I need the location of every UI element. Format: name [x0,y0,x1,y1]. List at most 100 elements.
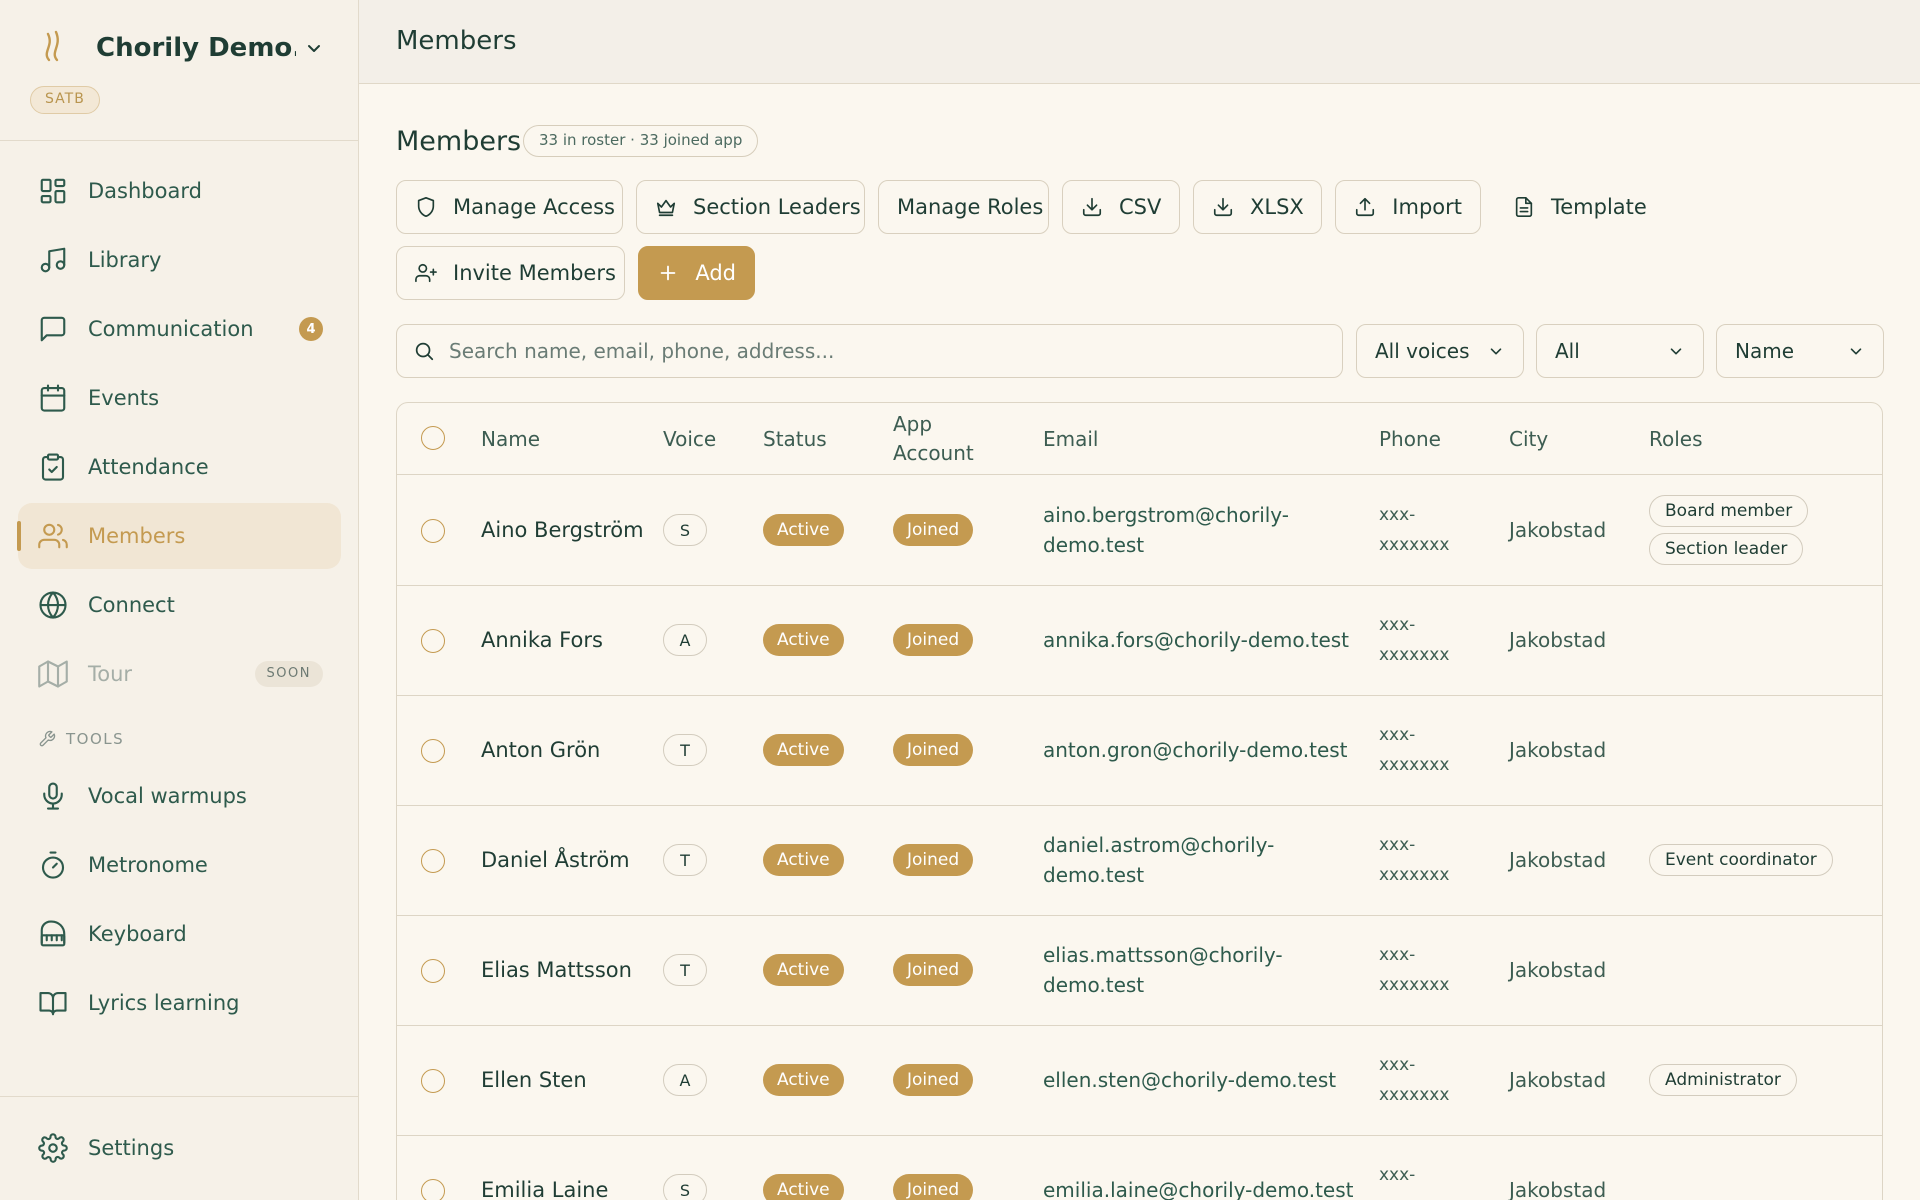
sidebar-item-communication[interactable]: Communication 4 [18,296,341,362]
row-checkbox[interactable] [421,959,445,983]
column-header-voice[interactable]: Voice [663,403,716,475]
sidebar-item-lyrics-learning[interactable]: Lyrics learning [18,970,341,1036]
button-label: Add [695,261,736,285]
sidebar-item-keyboard[interactable]: Keyboard [18,901,341,967]
add-member-button[interactable]: Add [638,246,755,300]
button-label: XLSX [1250,195,1304,219]
voice-cell: T [663,916,707,1024]
export-xlsx-button[interactable]: XLSX [1193,180,1322,234]
row-checkbox[interactable] [421,519,445,543]
status-cell: Active [763,1136,844,1200]
tools-section-heading: TOOLS [18,719,341,759]
select-value: Name [1735,339,1795,363]
sidebar-item-label: Attendance [88,455,209,479]
column-header-email[interactable]: Email [1043,403,1099,475]
member-name[interactable]: Ellen Sten [481,1026,651,1134]
organization-switcher[interactable]: Chorily Demo... [96,33,296,63]
button-label: CSV [1119,195,1162,219]
users-icon [36,519,70,553]
sidebar-item-label: Settings [88,1136,175,1160]
table-row[interactable]: Ellen Sten A Active Joined ellen.sten@ch… [397,1026,1882,1136]
member-name[interactable]: Emilia Laine [481,1136,651,1200]
row-checkbox[interactable] [421,739,445,763]
music-note-icon [36,243,70,277]
file-text-icon [1513,195,1535,219]
search-box[interactable] [396,324,1343,378]
manage-roles-button[interactable]: Manage Roles [878,180,1049,234]
sidebar-item-vocal-warmups[interactable]: Vocal warmups [18,763,341,829]
table-row[interactable]: Daniel Åström T Active Joined daniel.ast… [397,806,1882,916]
dashboard-icon [36,174,70,208]
member-name[interactable]: Annika Fors [481,586,651,694]
globe-icon [36,588,70,622]
member-name[interactable]: Daniel Åström [481,806,651,914]
table-row[interactable]: Annika Fors A Active Joined annika.fors@… [397,586,1882,696]
voice-badge: S [663,1174,707,1200]
roles-cell: Board member Section leader [1649,476,1869,584]
voice-filter-select[interactable]: All voices [1356,324,1524,378]
section-title: Members [396,126,522,157]
sidebar-item-attendance[interactable]: Attendance [18,434,341,500]
user-plus-icon [415,261,437,285]
invite-members-button[interactable]: Invite Members [396,246,625,300]
city-cell: Jakobstad [1509,848,1607,872]
chevron-down-icon [1667,342,1685,360]
section-leaders-button[interactable]: Section Leaders [636,180,865,234]
column-header-roles[interactable]: Roles [1649,403,1703,475]
member-name[interactable]: Aino Bergström [481,476,651,584]
app-account-badge: Joined [893,1174,974,1200]
sidebar-item-settings[interactable]: Settings [18,1115,341,1181]
voice-badge: S [663,514,707,546]
chevron-down-icon[interactable] [304,38,324,58]
member-name[interactable]: Anton Grön [481,696,651,804]
map-icon [36,657,70,691]
city-cell: Jakobstad [1509,958,1607,982]
column-header-name[interactable]: Name [481,403,540,475]
sidebar-item-library[interactable]: Library [18,227,341,293]
sidebar-item-events[interactable]: Events [18,365,341,431]
sidebar-item-members[interactable]: Members [17,503,341,569]
download-template-button[interactable]: Template [1494,180,1654,234]
row-checkbox[interactable] [421,629,445,653]
row-checkbox[interactable] [421,849,445,873]
email-cell: anton.gron@chorily-demo.test [1043,738,1348,762]
voice-cell: A [663,586,707,694]
table-row[interactable]: Emilia Laine S Active Joined emilia.lain… [397,1136,1882,1200]
button-label: Import [1392,195,1462,219]
sidebar-item-dashboard[interactable]: Dashboard [18,158,341,224]
voice-cell: A [663,1026,707,1134]
manage-access-button[interactable]: Manage Access [396,180,623,234]
sidebar-item-label: Lyrics learning [88,991,240,1015]
voice-cell: S [663,1136,707,1200]
export-csv-button[interactable]: CSV [1062,180,1180,234]
sidebar-item-tour: Tour SOON [18,641,341,707]
column-header-status[interactable]: Status [763,403,827,475]
row-checkbox[interactable] [421,1069,445,1093]
import-button[interactable]: Import [1335,180,1481,234]
sidebar-item-metronome[interactable]: Metronome [18,832,341,898]
table-row[interactable]: Elias Mattsson T Active Joined elias.mat… [397,916,1882,1026]
column-header-phone[interactable]: Phone [1379,403,1441,475]
chevron-down-icon [1487,342,1505,360]
role-badge: Administrator [1649,1064,1797,1096]
column-header-city[interactable]: City [1509,403,1548,475]
roles-cell [1649,586,1869,694]
sidebar-item-connect[interactable]: Connect [18,572,341,638]
member-name[interactable]: Elias Mattsson [481,916,651,1024]
voice-cell: T [663,806,707,914]
status-filter-select[interactable]: All [1536,324,1704,378]
phone-cell: xxx-xxxxxxx [1379,505,1450,555]
sidebar-item-label: Vocal warmups [88,784,247,808]
row-checkbox[interactable] [421,1179,445,1200]
gear-icon [36,1131,70,1165]
column-header-app-account[interactable]: App Account [893,403,1013,475]
city-cell: Jakobstad [1509,1068,1607,1092]
sort-select[interactable]: Name [1716,324,1884,378]
table-row[interactable]: Anton Grön T Active Joined anton.gron@ch… [397,696,1882,806]
table-row[interactable]: Aino Bergström S Active Joined aino.berg… [397,476,1882,586]
plus-icon [657,261,679,285]
search-input[interactable] [449,339,1309,363]
voice-cell: S [663,476,707,584]
select-all-checkbox[interactable] [421,426,445,450]
topbar: Members [359,0,1920,84]
